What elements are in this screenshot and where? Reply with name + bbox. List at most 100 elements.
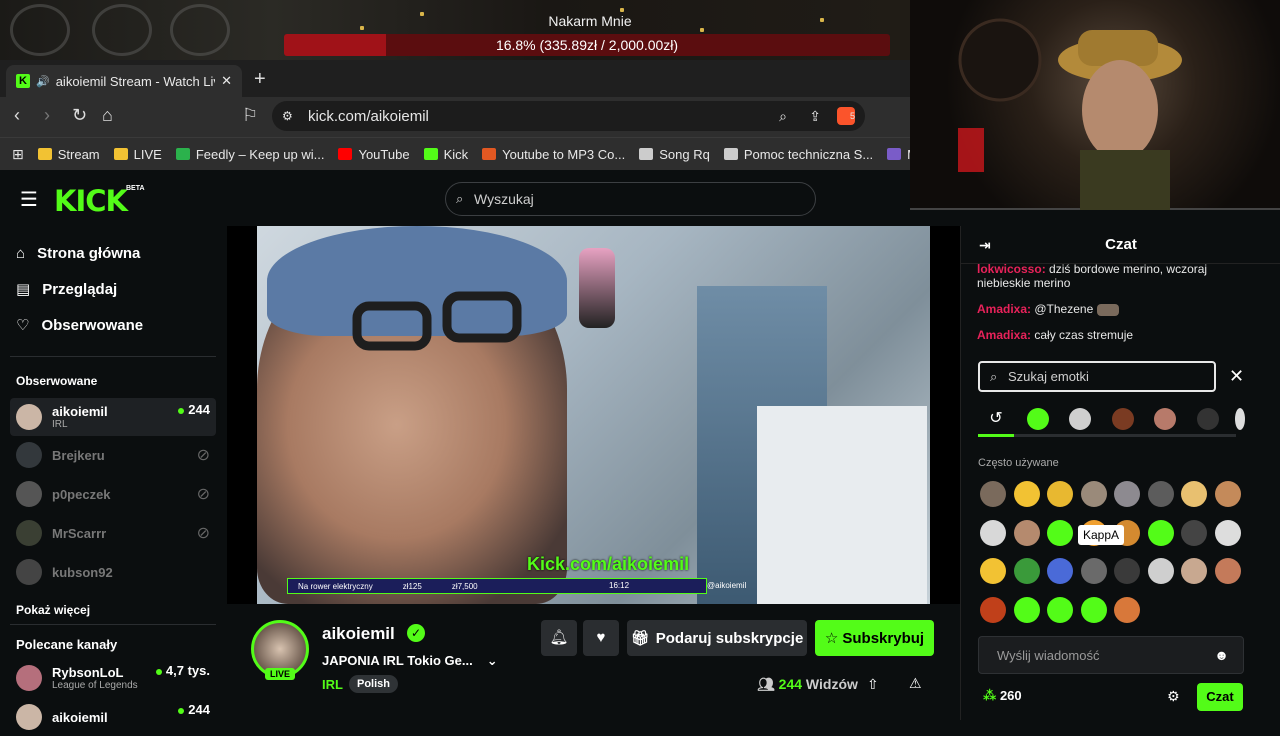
emote-icon[interactable] <box>1181 558 1207 584</box>
emote-icon[interactable] <box>1013 558 1040 584</box>
collapse-chat-icon[interactable]: ⇥ <box>979 226 991 264</box>
settings-icon[interactable]: ⚙ <box>1167 688 1180 705</box>
video-frame[interactable]: Kick.com/aikoiemil Na rower elektryczny … <box>257 226 930 604</box>
emote-icon[interactable] <box>980 558 1006 584</box>
emote-icon[interactable] <box>1047 558 1073 584</box>
emote-icon[interactable] <box>1013 519 1040 546</box>
bookmark-more[interactable]: Mo <box>887 147 910 162</box>
bookmark-support[interactable]: Pomoc techniczna S... <box>723 147 873 162</box>
emote-icon[interactable] <box>980 481 1006 507</box>
send-chat-button[interactable]: Czat <box>1197 683 1243 711</box>
bookmark-yt-mp3[interactable]: Youtube to MP3 Co... <box>482 147 625 162</box>
live-dot-icon <box>178 407 185 414</box>
bookmark-stream[interactable]: Stream <box>37 147 100 162</box>
emote-icon[interactable] <box>1047 519 1073 546</box>
emote-icon[interactable] <box>1147 519 1174 546</box>
bookmark-kick[interactable]: Kick <box>423 147 468 162</box>
chat-username[interactable]: lokwicosso: <box>977 262 1046 276</box>
nav-home[interactable]: ⌂ Strona główna <box>16 245 140 262</box>
address-bar[interactable]: ⚙ kick.com/aikoiemil ⌕ ⇪ 5 <box>272 101 865 131</box>
bookmark-feedly[interactable]: Feedly – Keep up wi... <box>175 147 324 162</box>
subscribe-button[interactable]: ☆ Subskrybuj <box>815 620 934 656</box>
emote-icon[interactable] <box>1080 558 1107 584</box>
emote-icon[interactable] <box>980 519 1006 546</box>
channel-emotes-tab-icon[interactable] <box>1069 408 1091 430</box>
emote-icon[interactable] <box>1181 481 1207 507</box>
video-player[interactable]: Kick.com/aikoiemil Na rower elektryczny … <box>227 226 960 604</box>
site-settings-icon[interactable]: ⚙ <box>282 109 293 123</box>
emote-icon[interactable] <box>1114 558 1140 584</box>
chevron-down-icon[interactable]: ⌄ <box>487 653 498 668</box>
followed-channel[interactable]: p0peczek ⊘ <box>10 475 216 513</box>
bookmark-label: LIVE <box>133 146 162 162</box>
share-icon[interactable]: ⇧ <box>867 676 879 693</box>
channel-points[interactable]: ⁂ 260 <box>983 688 1022 704</box>
left-sidebar: ⌂ Strona główna ▤ Przeglądaj ♡ Obserwowane … <box>0 226 227 730</box>
recent-emotes-icon[interactable]: ↺ <box>985 408 1007 430</box>
share-icon[interactable]: ⇪ <box>809 108 821 125</box>
emote-icon[interactable] <box>1013 481 1040 507</box>
chat-username[interactable]: Amadixa: <box>977 302 1031 316</box>
channel-emotes-tab-icon[interactable] <box>1154 408 1176 430</box>
recommended-channel[interactable]: aikoiemil 244 <box>10 698 216 736</box>
emote-icon[interactable] <box>1047 596 1073 623</box>
tab-close-icon[interactable]: ✕ <box>221 73 232 89</box>
chat-message-input[interactable]: Wyślij wiadomość ☻ <box>978 636 1244 674</box>
bookmark-youtube[interactable]: YouTube <box>338 147 410 162</box>
bookmark-icon[interactable]: ⚐ <box>242 105 258 126</box>
bookmark-live[interactable]: LIVE <box>113 146 162 162</box>
report-icon[interactable]: ⚠ <box>909 675 922 692</box>
emote-icon[interactable] <box>1214 481 1241 507</box>
channel-emotes-tab-icon[interactable] <box>1112 408 1134 430</box>
emote-icon[interactable] <box>1114 596 1140 623</box>
nav-following[interactable]: ♡ Obserwowane <box>16 316 143 335</box>
recommended-channel[interactable]: RybsonLoL League of Legends 4,7 tys. <box>10 659 216 697</box>
emote-search-input[interactable]: ⌕ Szukaj emotki <box>978 361 1216 392</box>
followed-channel[interactable]: aikoiemil IRL 244 <box>10 398 216 436</box>
followed-channel[interactable]: Brejkeru ⊘ <box>10 436 216 474</box>
notification-bell-button[interactable]: 🔔︎ <box>541 620 577 656</box>
emote-icon[interactable] <box>1181 519 1207 546</box>
bookmark-song-rq[interactable]: Song Rq <box>639 147 710 162</box>
apps-grid-icon[interactable]: ⊞ <box>12 146 24 163</box>
emote-icon[interactable] <box>1147 558 1174 584</box>
emote-icon[interactable] <box>1214 558 1241 584</box>
emote-icon[interactable] <box>1214 519 1241 546</box>
emote-icon[interactable] <box>1080 596 1107 623</box>
new-tab-button[interactable]: + <box>254 68 266 91</box>
channel-name[interactable]: aikoiemil <box>322 624 395 644</box>
brave-shield-icon[interactable]: 5 <box>837 107 855 125</box>
stream-category[interactable]: IRL <box>322 677 343 692</box>
browser-tab[interactable]: K 🔊 aikoiemil Stream - Watch Live ✕ <box>6 65 242 97</box>
close-icon[interactable]: ✕ <box>1229 366 1244 387</box>
emote-icon[interactable] <box>1114 481 1140 507</box>
menu-icon[interactable]: ☰ <box>20 187 38 212</box>
channel-emotes-tab-icon[interactable] <box>1197 408 1219 430</box>
emote-icon[interactable] <box>980 596 1006 623</box>
emote-icon[interactable] <box>1080 481 1107 507</box>
chat-message: lokwicosso: dziś bordowe merino, wczoraj… <box>977 262 1257 290</box>
home-icon[interactable]: ⌂ <box>102 105 113 126</box>
emoji-icon[interactable]: ☻ <box>1214 647 1229 663</box>
zoom-icon[interactable]: ⌕ <box>779 108 787 125</box>
kick-logo[interactable]: KICK <box>54 184 128 218</box>
kick-emotes-tab-icon[interactable] <box>1027 408 1049 430</box>
follow-button[interactable]: ♥ <box>583 620 619 656</box>
scroll-right-icon[interactable] <box>1235 408 1245 430</box>
back-icon[interactable]: ‹ <box>14 105 20 126</box>
chat-username[interactable]: Amadixa: <box>977 328 1031 342</box>
followed-channel[interactable]: MrScarrr ⊘ <box>10 514 216 552</box>
show-more-link[interactable]: Pokaż więcej <box>16 603 90 617</box>
forward-icon[interactable]: › <box>44 105 50 126</box>
emote-icon[interactable] <box>1047 481 1073 507</box>
gift-subscription-button[interactable]: 🎁︎ Podaruj subskrypcje <box>627 620 807 656</box>
emote-icon[interactable] <box>1013 596 1040 623</box>
nav-browse[interactable]: ▤ Przeglądaj <box>16 280 117 299</box>
channel-name: kubson92 <box>52 564 113 580</box>
reload-icon[interactable]: ↻ <box>72 105 87 126</box>
language-tag[interactable]: Polish <box>349 675 399 693</box>
avatar <box>16 665 42 691</box>
followed-channel[interactable]: kubson92 <box>10 553 216 591</box>
emote-icon[interactable] <box>1147 481 1174 507</box>
search-input[interactable]: ⌕ Wyszukaj <box>445 182 816 216</box>
